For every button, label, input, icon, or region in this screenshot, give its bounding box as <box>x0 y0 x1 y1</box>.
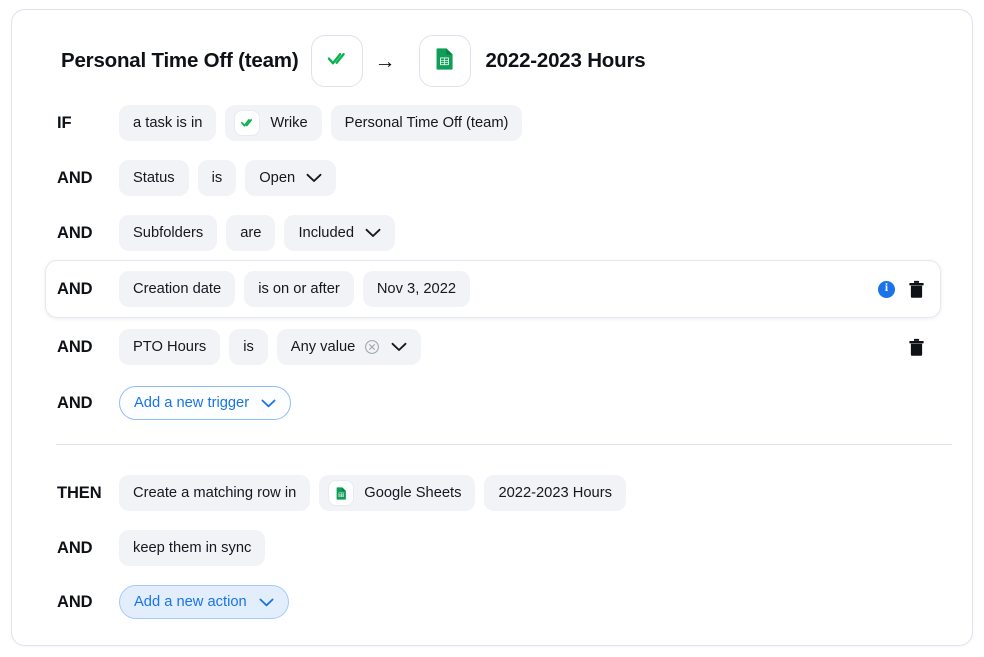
row-actions: i <box>878 280 929 299</box>
chevron-down-icon[interactable] <box>306 172 322 184</box>
chip-label: Create a matching row in <box>133 484 297 501</box>
chip-label: Nov 3, 2022 <box>376 280 457 297</box>
source-title: Personal Time Off (team) <box>61 49 299 72</box>
chip-label: Personal Time Off (team) <box>344 114 509 131</box>
wrike-checkmark-icon <box>326 48 348 75</box>
clear-value-icon[interactable] <box>364 339 380 355</box>
target-app-icon-box[interactable] <box>419 35 472 87</box>
add-trigger-button[interactable]: Add a new trigger <box>119 386 292 420</box>
rule-row[interactable]: IF a task is in Wrike Personal Time Off (te… <box>45 100 941 146</box>
row-keyword: AND <box>57 279 93 298</box>
target-title: 2022-2023 Hours <box>485 49 646 72</box>
add-action-label: Add a new action <box>134 594 247 610</box>
google-sheets-icon-badge <box>328 480 355 506</box>
condition-chip[interactable]: keep them in sync <box>119 530 266 566</box>
source-app-icon-box[interactable] <box>311 35 364 87</box>
condition-chip[interactable]: PTO Hours <box>119 329 221 365</box>
trash-icon[interactable] <box>908 280 925 299</box>
chip-label: is <box>243 338 254 355</box>
chevron-down-icon[interactable] <box>261 398 276 409</box>
rule-row[interactable]: THEN Create a matching row in Google Sheet… <box>45 470 941 516</box>
chip-label: Google Sheets <box>364 484 462 501</box>
condition-chip[interactable]: Personal Time Off (team) <box>330 105 523 141</box>
chip-label: Subfolders <box>133 224 204 241</box>
chip-label: is <box>211 169 223 186</box>
arrow-icon: → <box>374 49 396 73</box>
row-actions <box>908 338 929 357</box>
row-keyword: AND <box>57 538 93 557</box>
chip-label: are <box>240 224 262 241</box>
chip-label: keep them in sync <box>133 539 252 556</box>
condition-chip[interactable]: is <box>197 160 237 196</box>
condition-chip[interactable]: Status <box>119 160 189 196</box>
condition-chip[interactable]: is on or after <box>244 271 354 307</box>
chip-label: 2022-2023 Hours <box>498 484 612 501</box>
chip-label: a task is in <box>133 114 203 131</box>
rule-row[interactable]: AND Status is Open <box>45 155 941 201</box>
row-keyword: IF <box>57 113 72 132</box>
condition-chip[interactable]: are <box>226 215 276 251</box>
google-sheets-icon <box>432 46 458 77</box>
chip-label: Wrike <box>270 114 308 131</box>
add-trigger-row: AND Add a new trigger <box>45 380 941 426</box>
condition-chip[interactable]: Google Sheets <box>319 475 476 511</box>
rule-row-selected[interactable]: AND Creation date is on or after Nov 3, 202… <box>45 260 941 318</box>
chip-label: Creation date <box>133 280 222 297</box>
add-action-row: AND Add a new action <box>45 579 941 625</box>
row-keyword: AND <box>57 337 93 356</box>
automation-rule-card: Personal Time Off (team) → 2022-2023 Hou… <box>11 9 973 646</box>
wrike-checkmark-icon-badge <box>234 110 261 136</box>
condition-chip[interactable]: 2022-2023 Hours <box>484 475 626 511</box>
chevron-down-icon[interactable] <box>259 597 274 608</box>
chip-label: Included <box>298 224 354 241</box>
chevron-down-icon[interactable] <box>391 341 407 353</box>
condition-chip[interactable]: Subfolders <box>119 215 218 251</box>
info-icon[interactable]: i <box>878 280 895 298</box>
condition-chip[interactable]: Nov 3, 2022 <box>362 271 471 307</box>
add-trigger-label: Add a new trigger <box>134 395 250 411</box>
section-divider <box>56 444 952 445</box>
row-keyword: AND <box>57 168 93 187</box>
condition-chip[interactable]: Create a matching row in <box>119 475 311 511</box>
rule-header: Personal Time Off (team) → 2022-2023 Hou… <box>61 32 646 90</box>
row-keyword: THEN <box>57 483 102 502</box>
add-action-button[interactable]: Add a new action <box>119 585 289 619</box>
condition-chip[interactable]: Open <box>245 160 337 196</box>
chevron-down-icon[interactable] <box>365 227 381 239</box>
condition-chip[interactable]: a task is in <box>119 105 217 141</box>
condition-chip[interactable]: is <box>229 329 268 365</box>
condition-chip[interactable]: Included <box>284 215 395 251</box>
chip-label: PTO Hours <box>133 338 207 355</box>
trash-icon[interactable] <box>908 338 925 357</box>
condition-chip[interactable]: Wrike <box>225 105 322 141</box>
rule-row[interactable]: AND keep them in sync <box>45 525 941 571</box>
row-keyword: AND <box>57 223 93 242</box>
rule-row[interactable]: AND Subfolders are Included <box>45 210 941 256</box>
chip-label: Status <box>133 169 175 186</box>
row-keyword: AND <box>57 592 93 611</box>
row-keyword: AND <box>57 393 93 412</box>
condition-chip[interactable]: Any value <box>276 329 422 365</box>
chip-label: is on or after <box>258 280 340 297</box>
chip-label: Open <box>259 169 296 186</box>
chip-label: Any value <box>290 338 356 355</box>
condition-chip[interactable]: Creation date <box>119 271 236 307</box>
rule-row[interactable]: AND PTO Hours is Any value <box>45 324 941 370</box>
